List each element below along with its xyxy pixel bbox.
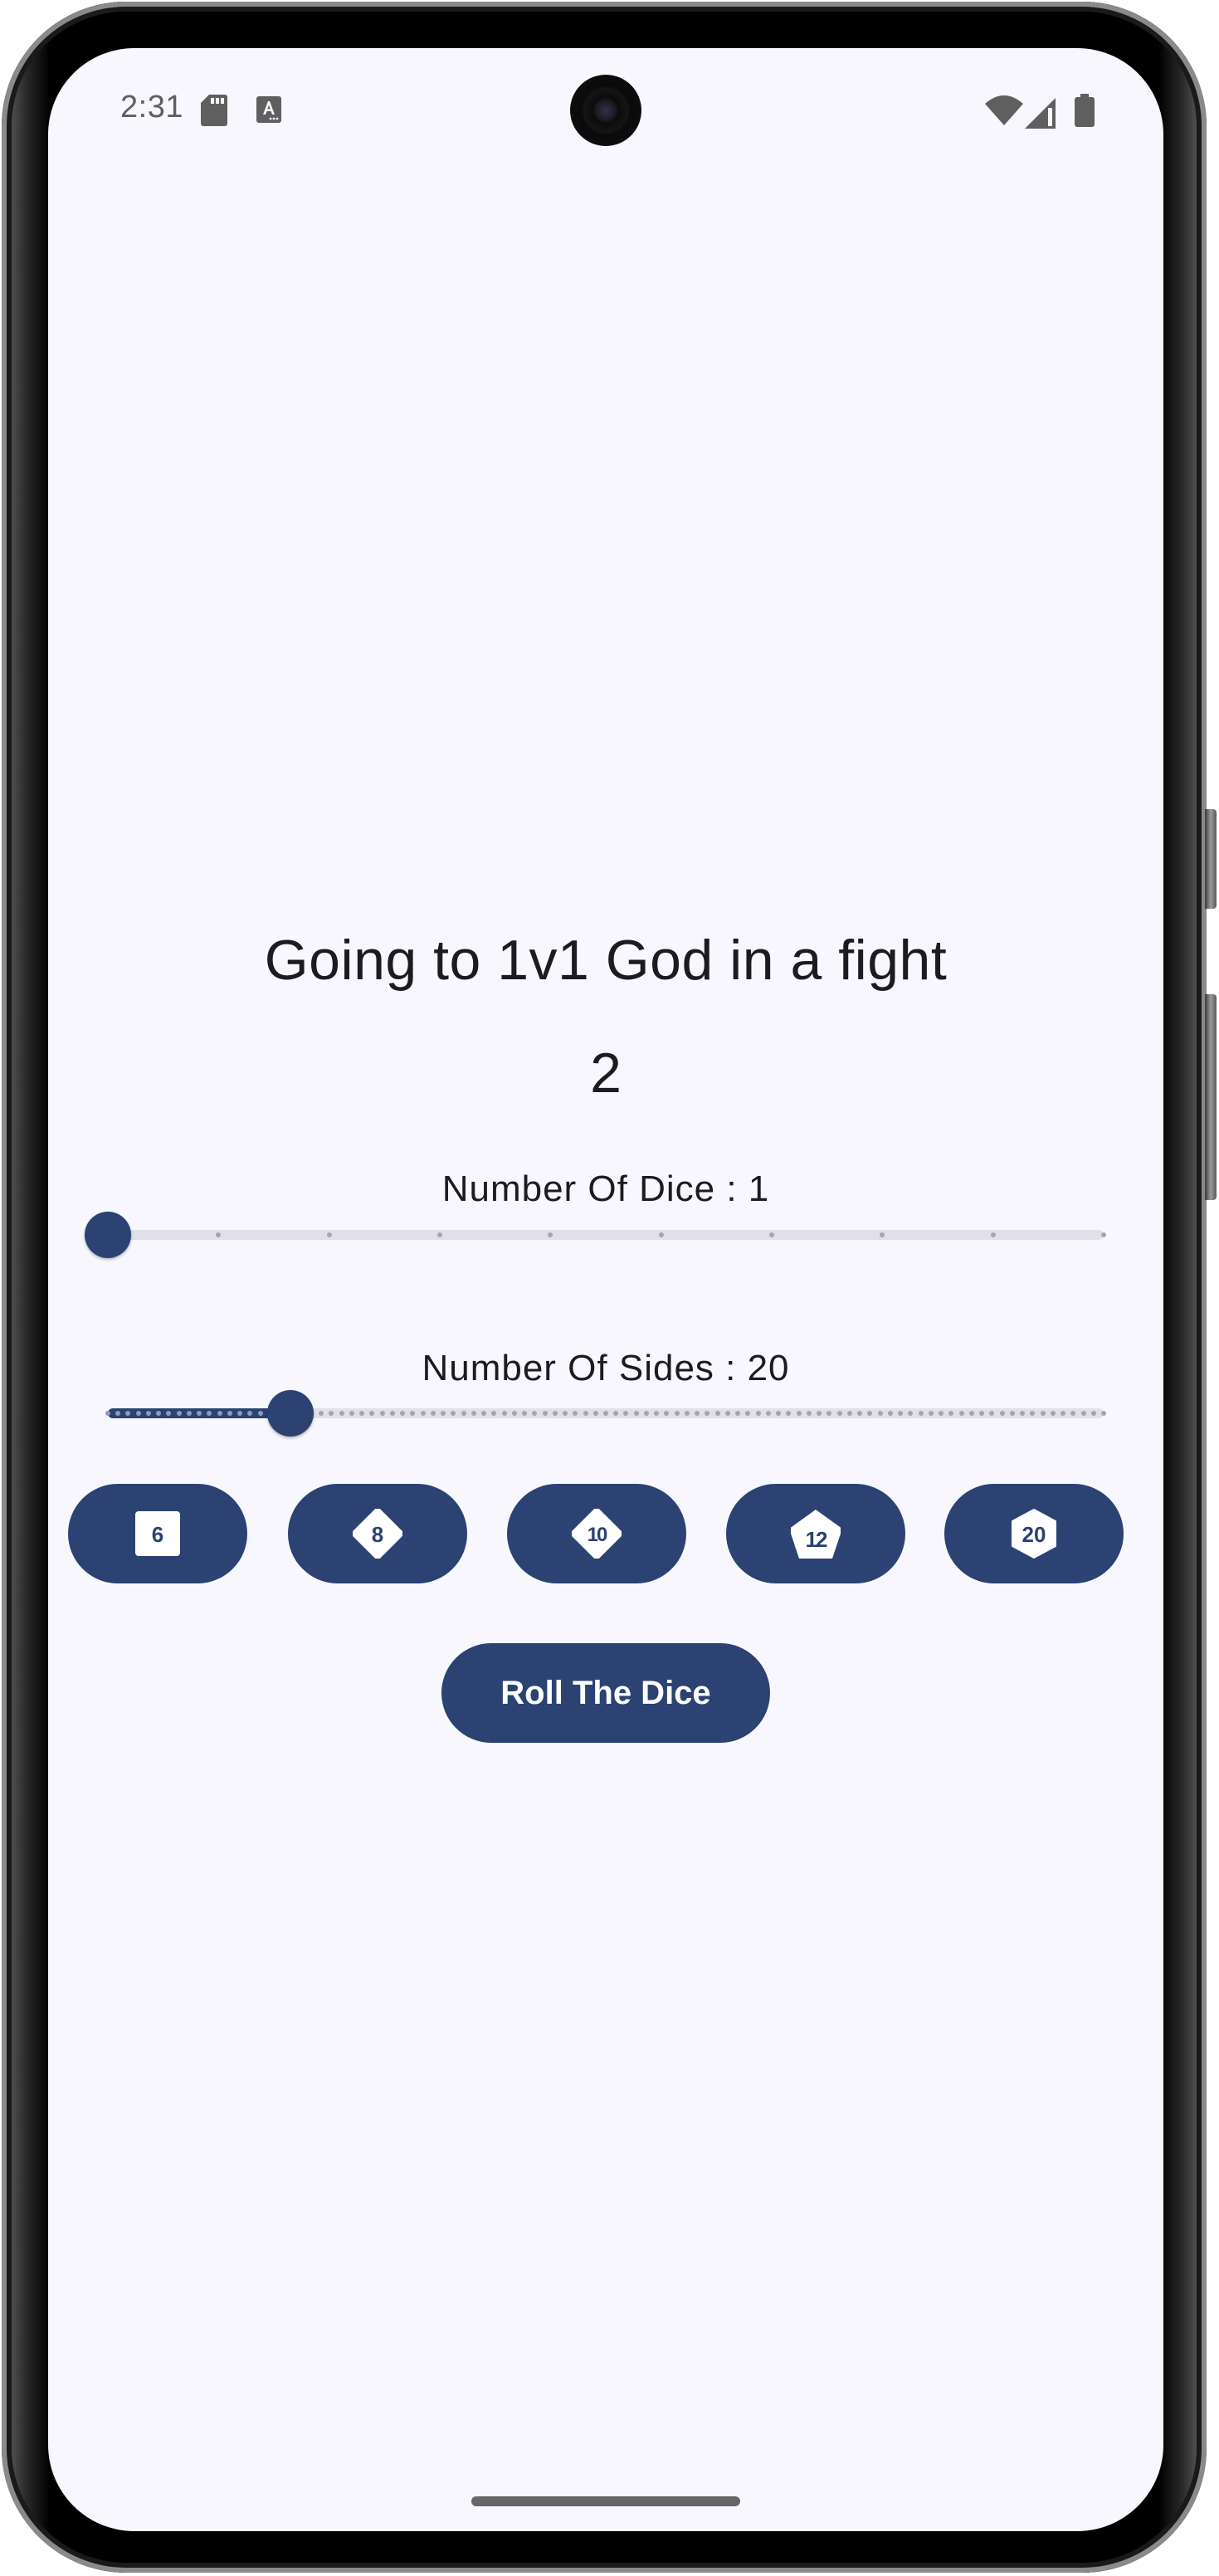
slider-tick [420,1411,426,1416]
battery-icon [1075,94,1095,127]
slider-tick [186,1411,192,1416]
slider-tick [806,1411,812,1416]
sides-count-slider[interactable] [105,1388,1106,1438]
slider-tick [1101,1411,1106,1416]
d12-label: 12 [806,1527,827,1552]
d8-icon: 8 [353,1509,402,1559]
slider-tick [755,1411,761,1416]
slider-tick [979,1411,985,1416]
roll-dice-button[interactable]: Roll The Dice [441,1643,770,1743]
slider-tick [769,1232,774,1237]
d8-button[interactable]: 8 [288,1484,467,1583]
slider-tick [592,1411,598,1416]
slider-tick [968,1411,974,1416]
screen: 2:31 Going to 1v1 God in a fight 2 Numbe… [48,48,1163,2531]
d12-button[interactable]: 12 [726,1484,905,1583]
slider-tick [1040,1411,1046,1416]
slider-tick [1020,1411,1026,1416]
slider-tick [1101,1232,1106,1237]
slider-tick [339,1411,344,1416]
cellular-signal-icon [1025,98,1056,129]
slider-tick [145,1411,151,1416]
slider-tick [481,1411,487,1416]
wifi-icon [985,95,1023,125]
slider-tick [633,1411,639,1416]
slider-tick [958,1411,964,1416]
slider-tick [796,1411,802,1416]
d10-button[interactable]: 10 [507,1484,686,1583]
slider-tick [430,1411,436,1416]
slider-tick [724,1411,730,1416]
power-button [1205,809,1217,909]
slider-tick [105,1411,110,1416]
slider-thumb[interactable] [85,1212,131,1258]
slider-tick [1050,1411,1056,1416]
slider-tick [176,1411,182,1416]
slider-tick [999,1411,1005,1416]
d6-icon: 6 [135,1511,180,1556]
roll-prompt-title: Going to 1v1 God in a fight [264,929,948,992]
slider-tick [552,1411,558,1416]
slider-tick [563,1411,568,1416]
d20-label: 20 [1022,1522,1046,1547]
d20-icon: 20 [1012,1509,1056,1559]
slider-tick [714,1411,720,1416]
slider-tick [990,1232,996,1237]
slider-tick [928,1411,934,1416]
d12-icon: 12 [791,1510,841,1559]
slider-tick [846,1411,852,1416]
slider-tick [437,1232,442,1237]
slider-tick [643,1411,649,1416]
d10-label: 10 [588,1524,607,1546]
slider-tick [1080,1411,1086,1416]
slider-tick [511,1411,517,1416]
slider-tick [1009,1411,1015,1416]
slider-tick [674,1411,680,1416]
slider-tick [227,1411,232,1416]
slider-tick [257,1411,263,1416]
front-camera [570,75,641,146]
d20-button[interactable]: 20 [944,1484,1124,1583]
slider-tick [326,1232,332,1237]
slider-tick [501,1411,507,1416]
d8-label: 8 [372,1522,383,1547]
slider-tick [658,1232,664,1237]
d6-button[interactable]: 6 [68,1484,247,1583]
slider-tick [522,1411,528,1416]
slider-tick [471,1411,476,1416]
slider-tick [389,1411,395,1416]
slider-tick [836,1411,842,1416]
slider-tick [1061,1411,1066,1416]
slider-tick [684,1411,690,1416]
gesture-navigation-bar[interactable] [471,2496,740,2506]
slider-tick [135,1411,141,1416]
sd-card-icon [201,95,227,126]
slider-tick [349,1411,354,1416]
slider-tick [877,1411,883,1416]
slider-tick [887,1411,893,1416]
slider-tick [583,1411,588,1416]
slider-tick [542,1411,548,1416]
dice-count-label: Number Of Dice : 1 [441,1168,770,1209]
d10-icon: 10 [572,1509,622,1559]
roll-result: 2 [590,1042,622,1105]
slider-tick [1090,1411,1096,1416]
slider-tick [603,1411,608,1416]
sides-count-label: Number Of Sides : 20 [422,1348,790,1388]
slider-tick [217,1411,222,1416]
volume-rocker [1205,994,1217,1200]
slider-tick [765,1411,771,1416]
slider-tick [379,1411,385,1416]
d6-label: 6 [152,1522,163,1547]
dice-count-slider[interactable] [85,1210,1106,1260]
status-time: 2:31 [120,90,183,124]
slider-tick [918,1411,924,1416]
slider-thumb[interactable] [267,1390,315,1437]
slider-track[interactable] [108,1230,1104,1240]
accessibility-font-icon [256,96,281,123]
slider-tick [461,1411,466,1416]
